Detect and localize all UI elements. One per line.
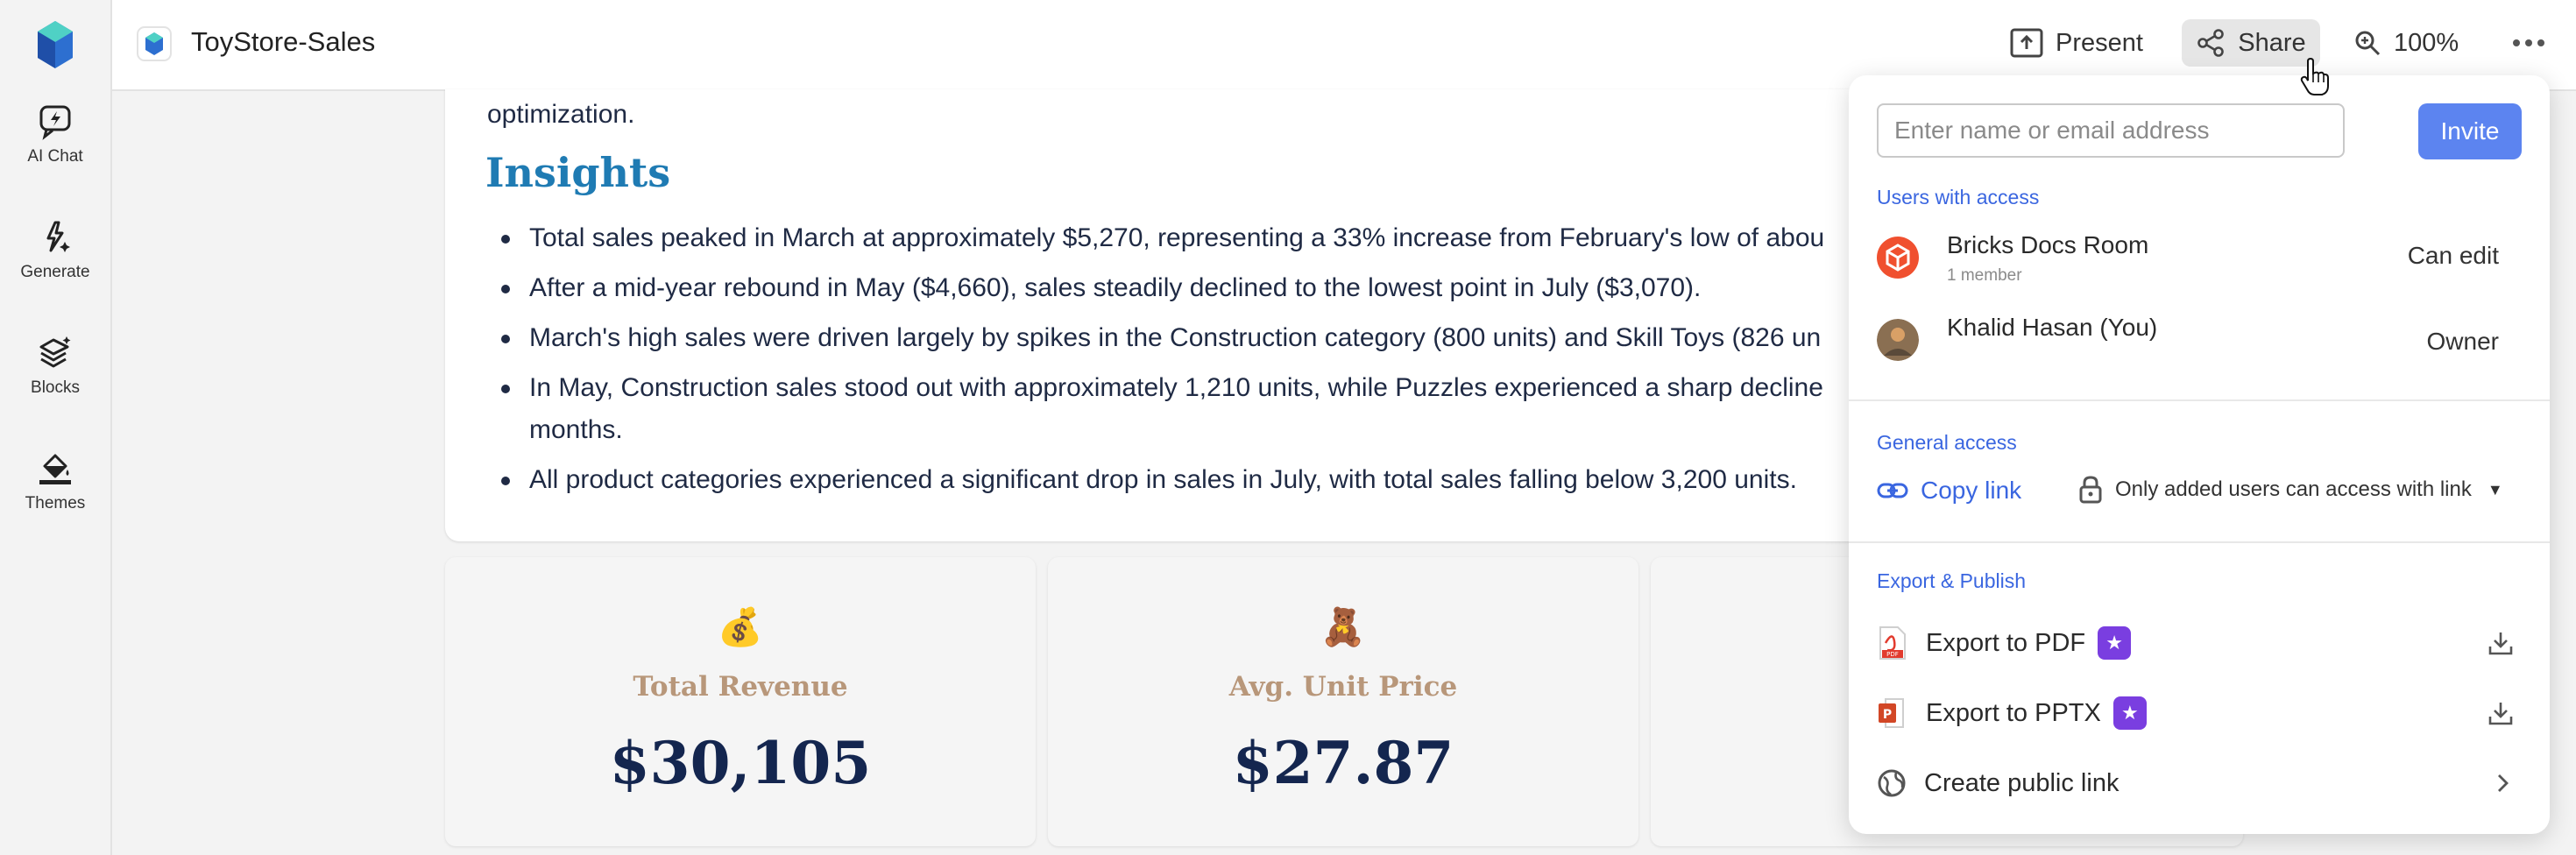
download-icon[interactable] bbox=[2487, 629, 2515, 657]
rail-item-blocks[interactable]: Blocks bbox=[0, 333, 110, 398]
divider bbox=[1849, 541, 2550, 543]
avatar bbox=[1877, 319, 1919, 361]
user-row-khalid-hasan: Khalid Hasan (You) Owner bbox=[1877, 308, 2525, 370]
rail-label: AI Chat bbox=[27, 147, 83, 166]
kpi-card-avg-unit-price: 🧸 Avg. Unit Price $27.87 bbox=[1048, 557, 1638, 846]
document-logo-icon bbox=[137, 26, 172, 61]
rail-item-themes[interactable]: Themes bbox=[0, 449, 110, 513]
pdf-file-icon: PDF bbox=[1879, 626, 1906, 660]
list-item-text-continued: months. bbox=[529, 415, 623, 444]
present-icon bbox=[2010, 28, 2043, 58]
more-icon bbox=[2513, 39, 2544, 46]
kpi-label: Avg. Unit Price bbox=[1228, 671, 1458, 703]
zoom-level: 100% bbox=[2394, 28, 2459, 57]
sparkle-icon bbox=[46, 221, 70, 252]
present-button[interactable]: Present bbox=[2010, 19, 2143, 67]
zoom-control[interactable]: 100% bbox=[2353, 19, 2459, 67]
svg-text:P: P bbox=[1883, 708, 1892, 722]
pptx-file-icon: P bbox=[1879, 698, 1904, 728]
rail-item-generate[interactable]: Generate bbox=[0, 217, 110, 282]
kpi-value: $27.87 bbox=[1232, 729, 1454, 797]
divider bbox=[1849, 399, 2550, 401]
users-with-access-title: Users with access bbox=[1877, 186, 2040, 208]
user-role-select[interactable]: Can edit bbox=[2408, 242, 2499, 270]
kpi-card-total-revenue: 💰 Total Revenue $30,105 bbox=[445, 557, 1036, 846]
paint-bucket-icon bbox=[39, 454, 71, 484]
invite-email-input[interactable] bbox=[1877, 103, 2345, 158]
chevron-right-icon bbox=[2498, 774, 2509, 792]
insights-heading: Insights bbox=[485, 149, 671, 196]
copy-link-button[interactable]: Copy link bbox=[1877, 477, 2021, 505]
general-access-select[interactable]: Only added users can access with link ▼ bbox=[2078, 475, 2503, 505]
invite-button[interactable]: Invite bbox=[2418, 103, 2522, 159]
kpi-label: Total Revenue bbox=[633, 671, 848, 703]
globe-icon bbox=[1878, 769, 1906, 797]
export-pptx-label: Export to PPTX bbox=[1926, 698, 2101, 727]
user-name: Khalid Hasan (You) bbox=[1947, 314, 2158, 341]
export-pptx-item[interactable]: P Export to PPTX ★ bbox=[1877, 687, 2525, 739]
rail-label: Blocks bbox=[31, 378, 80, 397]
layers-icon bbox=[39, 336, 71, 368]
export-pdf-label: Export to PDF bbox=[1926, 628, 2086, 657]
copy-link-label: Copy link bbox=[1921, 477, 2022, 504]
money-bag-icon: 💰 bbox=[717, 606, 764, 647]
create-public-link-item[interactable]: Create public link bbox=[1877, 757, 2525, 809]
zoom-icon bbox=[2355, 31, 2381, 56]
lock-icon bbox=[2079, 476, 2102, 504]
premium-star-icon: ★ bbox=[2112, 696, 2147, 730]
premium-star-icon: ★ bbox=[2098, 626, 2132, 660]
user-member-count: 1 member bbox=[1947, 266, 2022, 285]
export-publish-title: Export & Publish bbox=[1877, 569, 2027, 592]
share-popover: Invite Users with access Bricks Docs Roo… bbox=[1849, 75, 2550, 834]
download-icon[interactable] bbox=[2487, 699, 2515, 727]
general-access-title: General access bbox=[1877, 431, 2017, 454]
teddy-bear-icon: 🧸 bbox=[1320, 606, 1367, 647]
document-title[interactable]: ToyStore-Sales bbox=[191, 26, 375, 58]
app-logo-icon[interactable] bbox=[35, 19, 75, 70]
kpi-value: $30,105 bbox=[609, 729, 872, 797]
chevron-down-icon: ▼ bbox=[2487, 480, 2503, 498]
rail-label: Themes bbox=[25, 494, 86, 512]
share-label: Share bbox=[2238, 28, 2306, 57]
access-option-label: Only added users can access with link bbox=[2115, 477, 2472, 501]
rail-item-ai-chat[interactable]: AI Chat bbox=[0, 102, 110, 166]
export-pdf-item[interactable]: PDF Export to PDF ★ bbox=[1877, 617, 2525, 669]
left-rail: AI Chat Generate Blocks Themes bbox=[0, 0, 112, 855]
share-icon bbox=[2197, 29, 2225, 57]
svg-text:PDF: PDF bbox=[1886, 651, 1899, 658]
paragraph-text: optimization. bbox=[487, 100, 635, 129]
user-name: Bricks Docs Room bbox=[1947, 231, 2149, 258]
present-label: Present bbox=[2056, 28, 2143, 57]
room-avatar bbox=[1877, 237, 1919, 279]
hand-cursor-icon bbox=[2300, 58, 2329, 95]
user-role-label: Owner bbox=[2426, 328, 2499, 355]
user-row-bricks-docs-room: Bricks Docs Room 1 member Can edit bbox=[1877, 226, 2525, 287]
list-item-text: In May, Construction sales stood out wit… bbox=[529, 373, 1823, 402]
create-public-link-label: Create public link bbox=[1924, 768, 2120, 797]
link-icon bbox=[1877, 483, 1908, 498]
ai-chat-icon bbox=[39, 105, 71, 140]
rail-label: Generate bbox=[20, 263, 90, 281]
more-options-button[interactable] bbox=[2511, 19, 2558, 67]
